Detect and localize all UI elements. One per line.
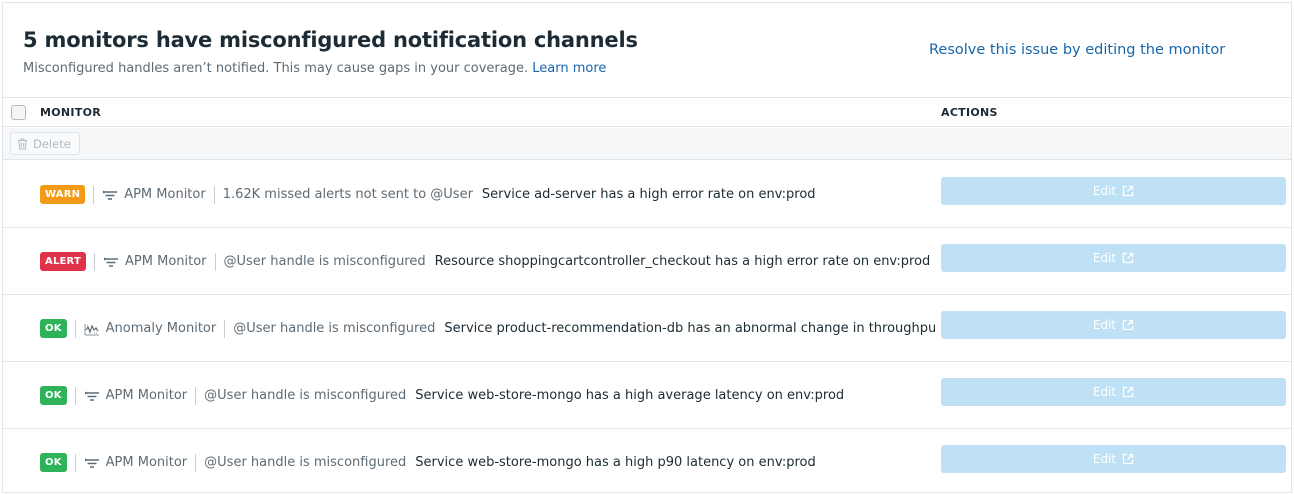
delete-label: Delete xyxy=(33,136,71,151)
table-row: OK Anomaly Monitor @User handle is misco… xyxy=(3,295,1291,362)
monitor-name[interactable]: Resource shoppingcartcontroller_checkout… xyxy=(435,254,931,269)
edit-button[interactable]: Edit xyxy=(941,177,1286,205)
edit-label: Edit xyxy=(1092,452,1117,466)
issue-text: 1.62K missed alerts not sent to @User xyxy=(222,187,473,202)
trash-icon xyxy=(18,138,27,149)
panel-header: 5 monitors have misconfigured notificati… xyxy=(3,3,1291,98)
monitor-type: APM Monitor xyxy=(124,187,206,202)
external-link-icon xyxy=(1122,252,1134,264)
issue-text: @User handle is misconfigured xyxy=(204,388,407,403)
misconfigured-monitors-panel: 5 monitors have misconfigured notificati… xyxy=(2,2,1292,493)
monitor-type: APM Monitor xyxy=(125,254,207,269)
row-content: OK APM Monitor @User handle is misconfig… xyxy=(40,429,935,492)
status-badge: OK xyxy=(40,319,67,338)
row-content: ALERT APM Monitor @User handle is miscon… xyxy=(40,228,935,295)
divider xyxy=(74,319,76,338)
edit-label: Edit xyxy=(1092,251,1117,265)
monitor-type: Anomaly Monitor xyxy=(105,321,217,336)
delete-button[interactable]: Delete xyxy=(10,132,80,155)
edit-button[interactable]: Edit xyxy=(941,378,1286,406)
external-link-icon xyxy=(1122,386,1134,398)
edit-button[interactable]: Edit xyxy=(941,244,1286,272)
apm-filter-icon xyxy=(84,456,100,470)
status-badge: ALERT xyxy=(40,252,87,271)
row-content: OK APM Monitor @User handle is misconfig… xyxy=(40,362,935,429)
bulk-actions-bar: Delete xyxy=(3,128,1291,160)
divider xyxy=(214,252,216,271)
divider xyxy=(74,386,76,405)
row-content: OK Anomaly Monitor @User handle is misco… xyxy=(40,295,935,362)
divider xyxy=(195,386,197,405)
monitor-name[interactable]: Service ad-server has a high error rate … xyxy=(482,187,816,202)
apm-filter-icon xyxy=(103,255,119,269)
anomaly-icon xyxy=(84,322,100,336)
status-badge: OK xyxy=(40,453,67,472)
table-row: OK APM Monitor @User handle is misconfig… xyxy=(3,429,1291,492)
monitor-type: APM Monitor xyxy=(105,455,188,470)
divider xyxy=(213,185,215,204)
monitor-list: WARN APM Monitor 1.62K missed alerts not… xyxy=(3,161,1291,492)
edit-button[interactable]: Edit xyxy=(941,445,1286,473)
page-subtitle: Misconfigured handles aren’t notified. T… xyxy=(23,61,606,76)
edit-button[interactable]: Edit xyxy=(941,311,1286,339)
apm-filter-icon xyxy=(102,188,118,202)
learn-more-link[interactable]: Learn more xyxy=(532,61,606,76)
subtitle-text: Misconfigured handles aren’t notified. T… xyxy=(23,61,529,76)
row-content: WARN APM Monitor 1.62K missed alerts not… xyxy=(40,161,935,228)
table-row: OK APM Monitor @User handle is misconfig… xyxy=(3,362,1291,429)
status-badge: OK xyxy=(40,386,67,405)
column-header-monitor: MONITOR xyxy=(40,106,102,119)
apm-filter-icon xyxy=(84,389,100,403)
select-all-checkbox[interactable] xyxy=(11,105,26,120)
status-badge: WARN xyxy=(40,185,86,204)
resolve-issue-link[interactable]: Resolve this issue by editing the monito… xyxy=(929,42,1225,58)
issue-text: @User handle is misconfigured xyxy=(204,455,407,470)
divider xyxy=(74,453,76,472)
table-row: WARN APM Monitor 1.62K missed alerts not… xyxy=(3,161,1291,228)
edit-label: Edit xyxy=(1092,318,1117,332)
external-link-icon xyxy=(1122,185,1134,197)
edit-label: Edit xyxy=(1092,385,1117,399)
monitor-name[interactable]: Service product-recommendation-db has an… xyxy=(444,321,935,336)
table-row: ALERT APM Monitor @User handle is miscon… xyxy=(3,228,1291,295)
external-link-icon xyxy=(1122,453,1134,465)
divider xyxy=(93,185,95,204)
monitor-type: APM Monitor xyxy=(105,388,188,403)
divider xyxy=(224,319,226,338)
issue-text: @User handle is misconfigured xyxy=(233,321,436,336)
divider xyxy=(195,453,197,472)
divider xyxy=(94,252,96,271)
monitor-name[interactable]: Service web-store-mongo has a high avera… xyxy=(415,388,844,403)
page-title: 5 monitors have misconfigured notificati… xyxy=(23,28,638,52)
monitor-name[interactable]: Service web-store-mongo has a high p90 l… xyxy=(415,455,815,470)
external-link-icon xyxy=(1122,319,1134,331)
column-header-actions: ACTIONS xyxy=(941,106,998,119)
issue-text: @User handle is misconfigured xyxy=(223,254,426,269)
edit-label: Edit xyxy=(1092,184,1117,198)
table-header: MONITOR ACTIONS xyxy=(3,99,1291,127)
